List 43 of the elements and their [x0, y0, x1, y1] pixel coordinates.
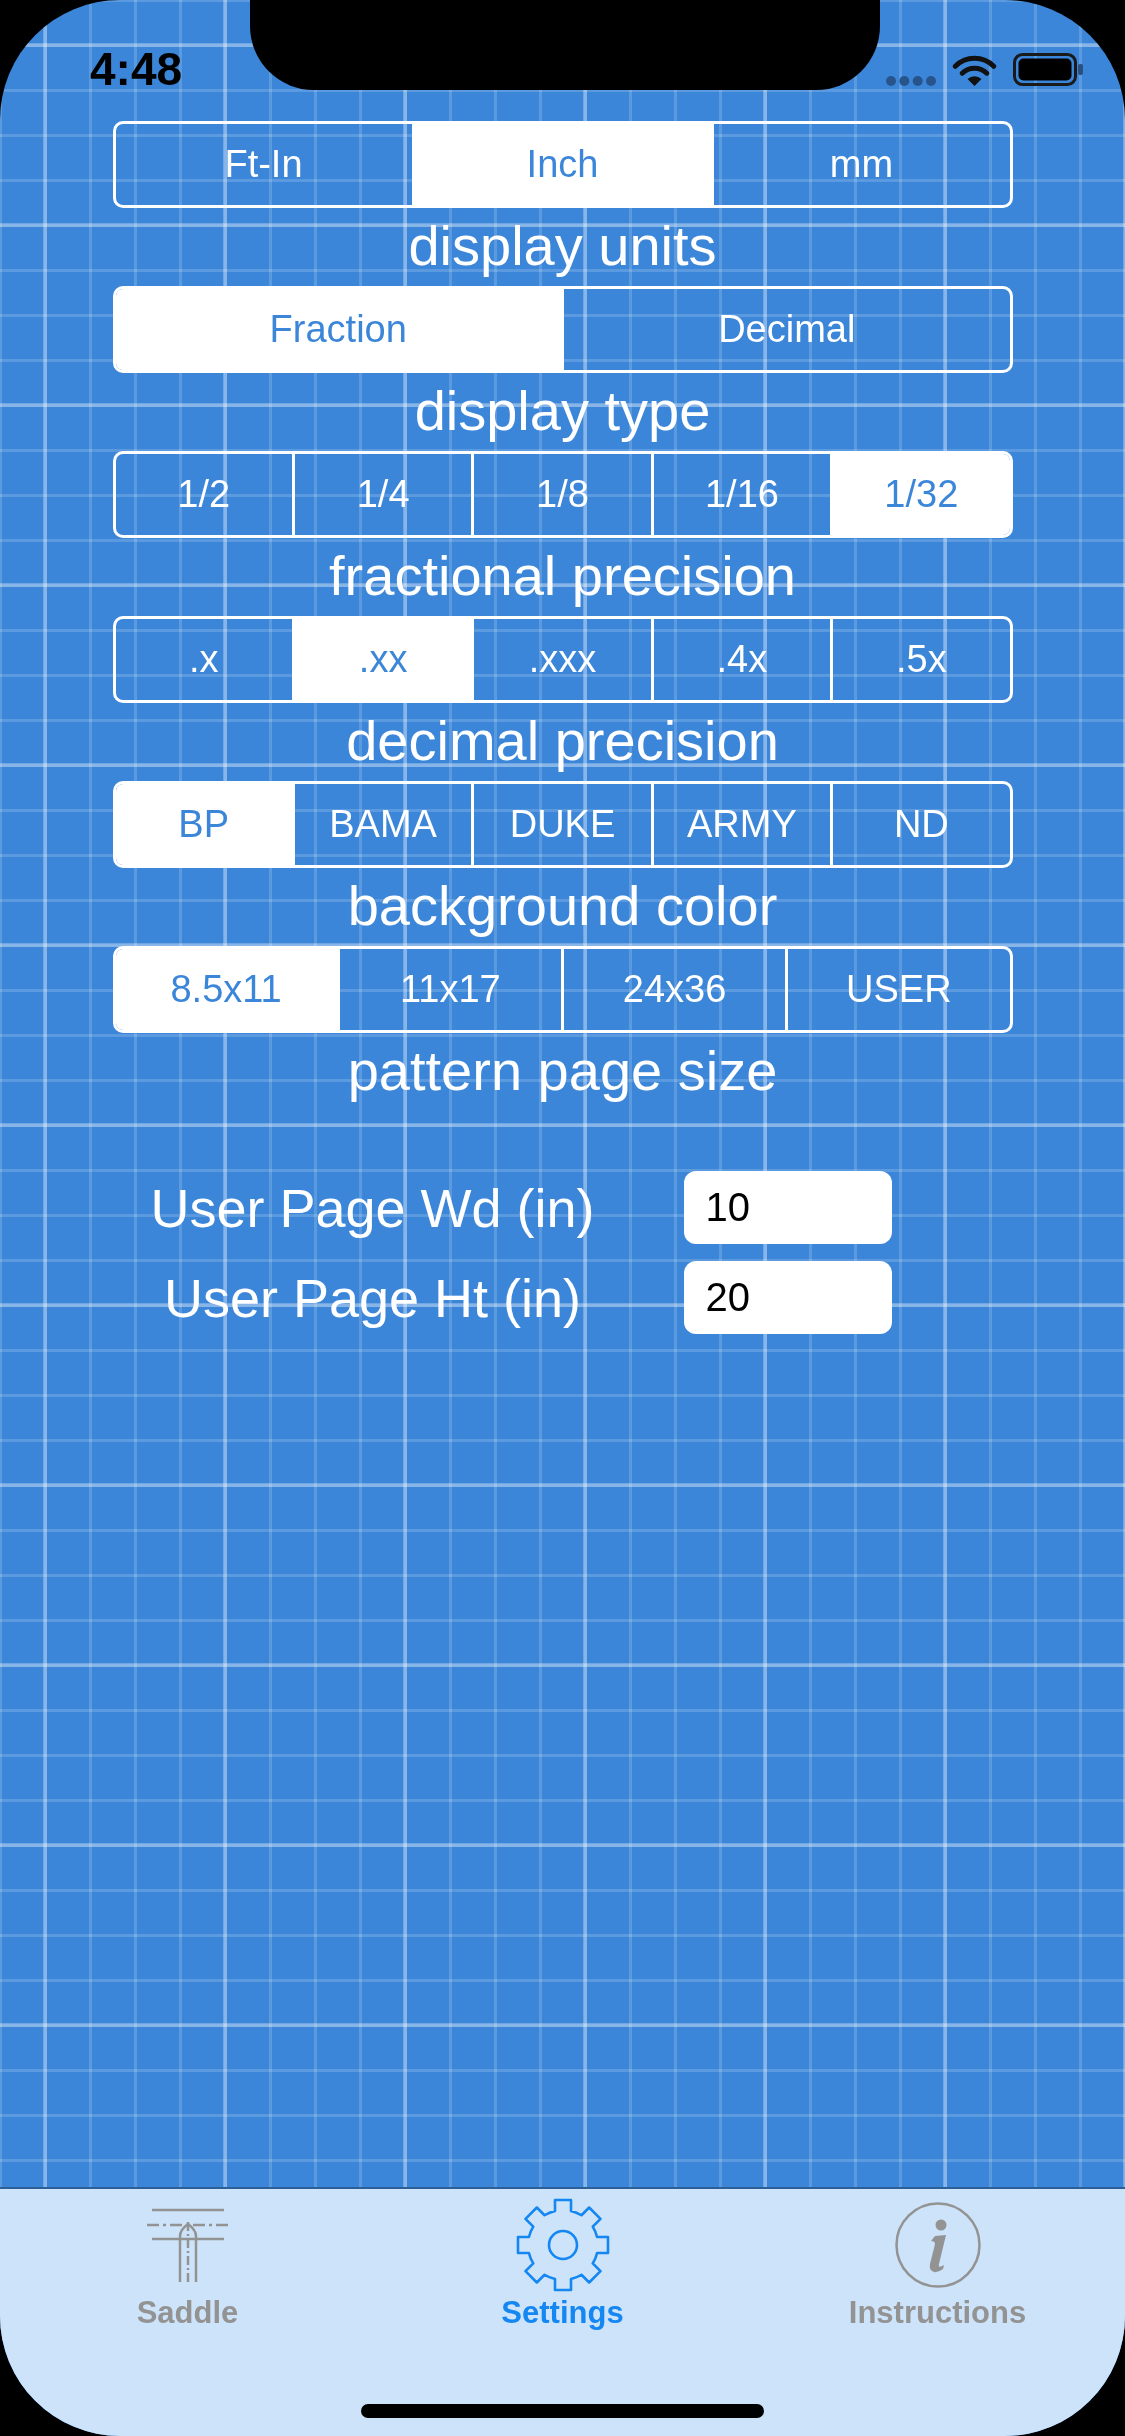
- segment-button[interactable]: Inch: [411, 124, 711, 205]
- segment-button[interactable]: mm: [710, 124, 1010, 205]
- segment-button[interactable]: BAMA: [291, 784, 472, 865]
- segment-button[interactable]: ARMY: [650, 784, 831, 865]
- segment-button[interactable]: .xx: [291, 619, 472, 700]
- segment-button[interactable]: Fraction: [115, 289, 561, 370]
- input-field[interactable]: 20: [683, 1261, 892, 1334]
- segment-button[interactable]: ND: [830, 784, 1010, 865]
- setting-label: fractional precision: [328, 543, 797, 609]
- segment-button[interactable]: BP: [115, 784, 292, 865]
- segment-button[interactable]: Decimal: [561, 289, 1010, 370]
- field-label: User Page Ht (in): [163, 1266, 582, 1330]
- tab[interactable]: Settings: [375, 2189, 750, 2436]
- wifi-icon: [952, 53, 997, 86]
- tab[interactable]: Saddle: [0, 2189, 375, 2436]
- segment-button[interactable]: 24x36: [561, 949, 786, 1030]
- setting-label: display units: [407, 213, 718, 279]
- segment-button[interactable]: Ft-In: [115, 124, 412, 205]
- battery-icon: [1013, 53, 1083, 86]
- t-junction-icon: [146, 2207, 229, 2282]
- segment-button[interactable]: 8.5x11: [115, 949, 337, 1030]
- signal-icon: [886, 76, 936, 86]
- segment-button[interactable]: 11x17: [336, 949, 561, 1030]
- segment-button[interactable]: DUKE: [471, 784, 651, 865]
- segment-button[interactable]: .4x: [650, 619, 831, 700]
- segment-button[interactable]: .x: [115, 619, 292, 700]
- segment-button[interactable]: .5x: [830, 619, 1010, 700]
- input-field[interactable]: 10: [683, 1171, 892, 1244]
- segment-button[interactable]: .xxx: [471, 619, 651, 700]
- setting-label: pattern page size: [346, 1038, 779, 1104]
- field-label: User Page Wd (in): [150, 1176, 595, 1240]
- segment-button[interactable]: USER: [785, 949, 1010, 1030]
- segment-button[interactable]: 1/8: [471, 454, 651, 535]
- segment-button[interactable]: 1/32: [830, 454, 1010, 535]
- setting-label: display type: [413, 378, 712, 444]
- segment-button[interactable]: 1/2: [115, 454, 292, 535]
- status-time: 4:48: [90, 46, 183, 92]
- segment-button[interactable]: 1/4: [291, 454, 472, 535]
- info-icon: [894, 2201, 981, 2288]
- tab[interactable]: Instructions: [750, 2189, 1125, 2436]
- gear-icon: [514, 2196, 611, 2293]
- setting-label: background color: [346, 873, 779, 939]
- setting-label: decimal precision: [345, 708, 780, 774]
